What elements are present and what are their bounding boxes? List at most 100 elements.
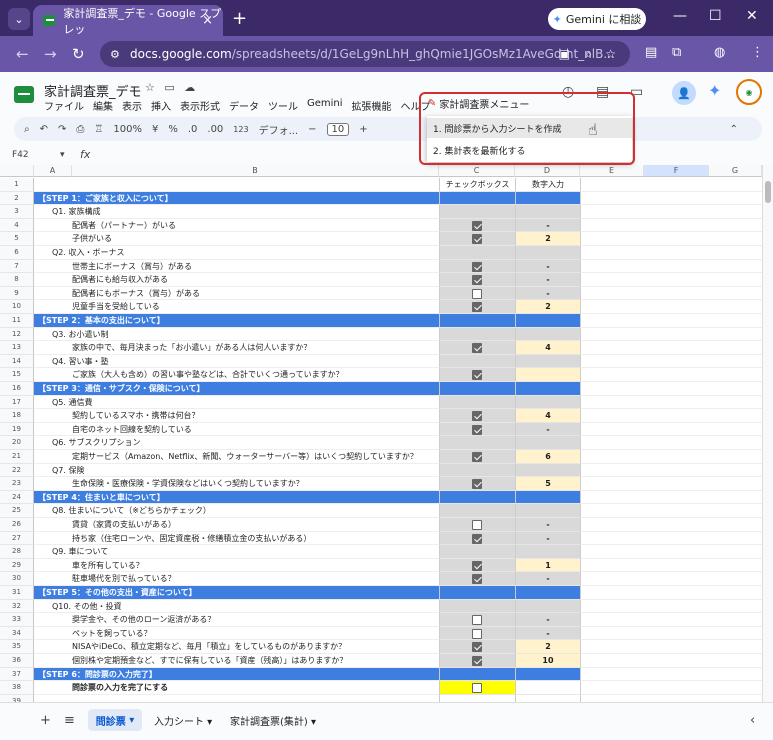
star-icon[interactable]: ☆ bbox=[145, 81, 155, 94]
row-number[interactable]: 36 bbox=[0, 654, 34, 668]
cell-checkbox[interactable] bbox=[439, 667, 515, 682]
cell-question[interactable]: 奨学金や、その他のローン返済がある？ bbox=[34, 613, 439, 627]
cell-number-input[interactable] bbox=[515, 504, 580, 518]
cell-checkbox[interactable] bbox=[439, 354, 515, 369]
cell-number-input[interactable] bbox=[515, 191, 580, 206]
cell-number-input[interactable]: 数字入力 bbox=[515, 178, 580, 192]
font-size-input[interactable]: 10 bbox=[326, 122, 350, 136]
cell-empty[interactable] bbox=[580, 273, 762, 287]
cell-number-input[interactable] bbox=[515, 694, 580, 702]
sheets-logo-icon[interactable] bbox=[14, 86, 34, 103]
checkbox-checked[interactable] bbox=[472, 642, 482, 653]
cell-empty[interactable] bbox=[580, 504, 762, 518]
checkbox-checked[interactable] bbox=[472, 411, 482, 422]
cell-empty[interactable] bbox=[580, 545, 762, 559]
row-number[interactable]: 1 bbox=[0, 178, 34, 192]
font-size-decrease[interactable]: − bbox=[308, 124, 316, 135]
cell-question[interactable]: Q5. 通信費 bbox=[34, 396, 439, 410]
row-number[interactable]: 11 bbox=[0, 314, 34, 328]
font-select[interactable]: デフォ... bbox=[259, 122, 299, 137]
cell-number-input[interactable]: - bbox=[515, 531, 580, 546]
cell-checkbox[interactable] bbox=[439, 205, 515, 219]
row-number[interactable]: 4 bbox=[0, 218, 34, 233]
cell-empty[interactable] bbox=[580, 395, 762, 410]
row-number[interactable]: 17 bbox=[0, 395, 34, 410]
checkbox-unchecked[interactable] bbox=[472, 628, 482, 639]
collapse-toolbar-icon[interactable]: ⌃ bbox=[730, 124, 738, 135]
menu-data[interactable]: データ bbox=[229, 98, 259, 113]
row-number[interactable]: 20 bbox=[0, 436, 34, 450]
cell-number-input[interactable] bbox=[515, 246, 580, 260]
comments-icon[interactable]: ▤ bbox=[596, 84, 609, 100]
cell-empty[interactable] bbox=[580, 681, 762, 695]
cell-checkbox[interactable] bbox=[439, 518, 515, 532]
cell-checkbox[interactable] bbox=[439, 586, 515, 600]
cell-checkbox[interactable] bbox=[439, 300, 515, 314]
cell-question[interactable]: 車を所有している？ bbox=[34, 559, 439, 573]
cell-empty[interactable] bbox=[580, 300, 762, 314]
profile-icon[interactable]: ◍ bbox=[714, 45, 725, 60]
row-number[interactable]: 18 bbox=[0, 409, 34, 423]
row-number[interactable]: 8 bbox=[0, 273, 34, 287]
cell-question[interactable]: 配偶者にもボーナス（賞与）がある bbox=[34, 287, 439, 301]
cell-checkbox[interactable] bbox=[439, 599, 515, 614]
cell-empty[interactable] bbox=[580, 327, 762, 342]
cell-checkbox[interactable] bbox=[439, 545, 515, 559]
cell-checkbox[interactable] bbox=[439, 681, 515, 695]
percent-button[interactable]: % bbox=[168, 124, 178, 135]
cell-empty[interactable] bbox=[580, 586, 762, 600]
cell-empty[interactable] bbox=[580, 694, 762, 702]
cell-empty[interactable] bbox=[580, 640, 762, 654]
cell-number-input[interactable]: 1 bbox=[515, 558, 580, 573]
cell-question[interactable]: 生命保険・医療保険・学資保険などはいくつ契約していますか？ bbox=[34, 477, 439, 491]
cell-checkbox[interactable] bbox=[439, 450, 515, 464]
cell-checkbox[interactable] bbox=[439, 232, 515, 246]
row-number[interactable]: 30 bbox=[0, 572, 34, 586]
cell-number-input[interactable] bbox=[515, 327, 580, 342]
currency-button[interactable]: ¥ bbox=[152, 124, 158, 135]
column-header-d[interactable]: D bbox=[515, 165, 580, 177]
cell-question[interactable] bbox=[34, 695, 439, 702]
cell-empty[interactable] bbox=[580, 626, 762, 641]
cell-number-input[interactable] bbox=[515, 395, 580, 410]
row-number[interactable]: 14 bbox=[0, 354, 34, 369]
dropdown-item-refresh-summary[interactable]: 2. 集計表を最新化する bbox=[427, 140, 632, 160]
cell-checkbox[interactable] bbox=[439, 436, 515, 450]
row-number[interactable]: 16 bbox=[0, 382, 34, 396]
gemini-button[interactable]: ✦ Gemini に相談 bbox=[548, 8, 646, 30]
checkbox-checked[interactable] bbox=[472, 234, 482, 245]
translate-icon[interactable]: ▣ bbox=[559, 47, 570, 61]
cell-empty[interactable] bbox=[580, 450, 762, 464]
name-box-dropdown-icon[interactable]: ▾ bbox=[60, 150, 65, 160]
cell-question[interactable]: 問診票の入力を完了にする bbox=[34, 681, 439, 695]
cell-question[interactable]: 配偶者にも給与収入がある bbox=[34, 273, 439, 287]
cell-checkbox[interactable] bbox=[439, 558, 515, 573]
cell-question[interactable]: Q1. 家族構成 bbox=[34, 205, 439, 219]
cell-number-input[interactable]: - bbox=[515, 259, 580, 274]
cell-number-input[interactable]: 2 bbox=[515, 640, 580, 654]
cell-question[interactable]: 子供がいる bbox=[34, 232, 439, 246]
row-number[interactable]: 29 bbox=[0, 558, 34, 573]
cell-question[interactable]: Q7. 保険 bbox=[34, 464, 439, 478]
extensions-icon[interactable]: ⧉ bbox=[672, 45, 681, 60]
new-tab-icon[interactable]: + bbox=[232, 8, 247, 29]
cloud-status-icon[interactable]: ☁ bbox=[184, 81, 195, 94]
custom-menu[interactable]: ✎ 家計調査票メニュー bbox=[428, 96, 529, 111]
menu-file[interactable]: ファイル bbox=[44, 98, 84, 113]
cell-question[interactable]: Q2. 収入・ボーナス bbox=[34, 246, 439, 260]
cell-empty[interactable] bbox=[580, 368, 762, 382]
cell-checkbox[interactable] bbox=[439, 341, 515, 355]
row-number[interactable]: 9 bbox=[0, 286, 34, 301]
cell-checkbox[interactable] bbox=[439, 218, 515, 233]
tab-close-icon[interactable]: × bbox=[202, 13, 213, 28]
cell-question[interactable]: 児童手当を受給している bbox=[34, 300, 439, 314]
row-number[interactable]: 21 bbox=[0, 450, 34, 464]
row-number[interactable]: 7 bbox=[0, 259, 34, 274]
search-icon[interactable]: ⌕ bbox=[24, 124, 30, 135]
cell-number-input[interactable] bbox=[515, 354, 580, 369]
row-number[interactable]: 33 bbox=[0, 613, 34, 627]
row-number[interactable]: 39 bbox=[0, 694, 34, 702]
column-header-g[interactable]: G bbox=[709, 165, 762, 177]
row-number[interactable]: 5 bbox=[0, 232, 34, 246]
cell-question[interactable]: 自宅のネット回線を契約している bbox=[34, 423, 439, 437]
